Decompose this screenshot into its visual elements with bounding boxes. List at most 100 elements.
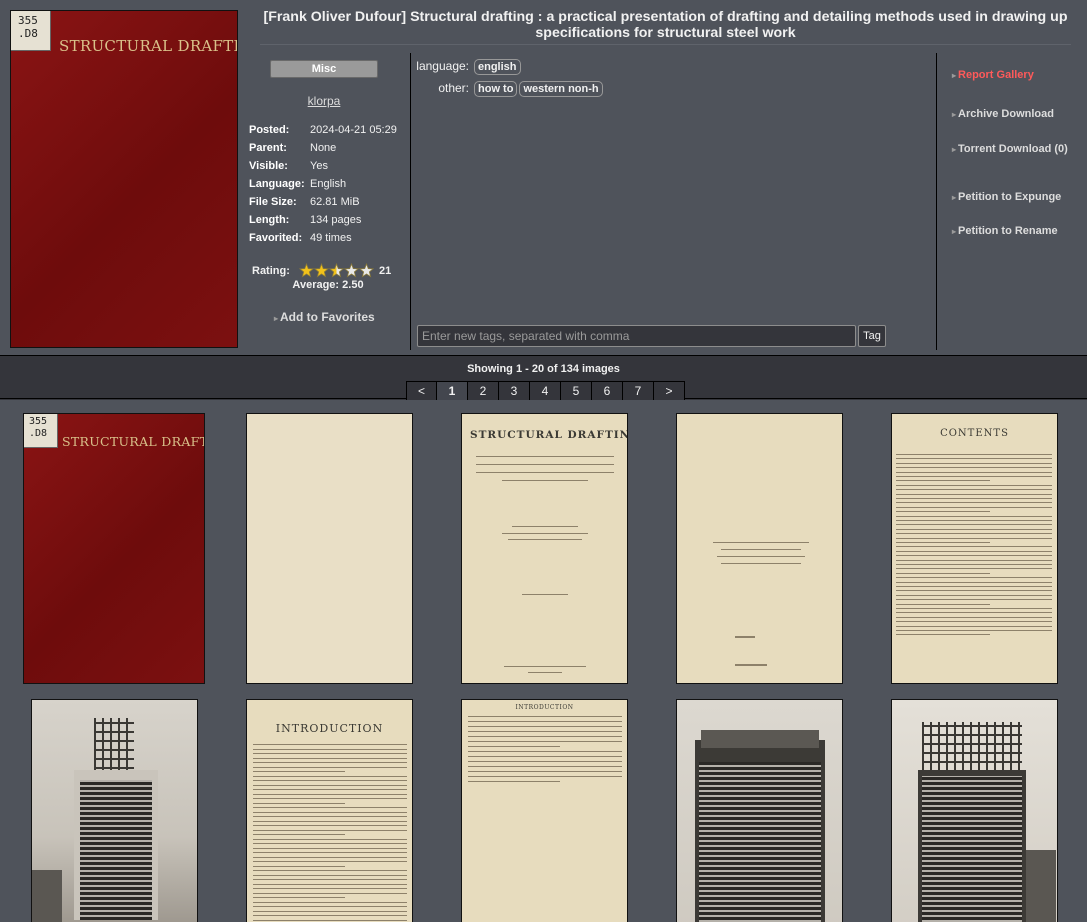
text-line — [253, 897, 346, 898]
thumbnail-page-4[interactable] — [676, 413, 843, 684]
new-tags-input[interactable] — [417, 325, 856, 347]
text-line — [896, 612, 1052, 614]
meta-key: Posted: — [249, 124, 290, 136]
thumbnail-page-9[interactable] — [676, 699, 843, 922]
gallery-cover[interactable]: 355 .D8 STRUCTURAL DRAFTING — [10, 10, 238, 348]
text-line — [253, 879, 407, 880]
action-report-gallery[interactable]: ▸ Report Gallery — [952, 69, 1034, 81]
text-line — [896, 555, 1052, 557]
thumbnail-page-10[interactable] — [891, 699, 1058, 922]
text-line — [896, 603, 990, 605]
text-line — [253, 829, 407, 831]
meta-value: 2024-04-21 05:29 — [310, 124, 397, 136]
tag-english[interactable]: english — [474, 59, 521, 75]
text-line — [896, 480, 990, 482]
text-line — [468, 751, 622, 752]
thumb-introduction-heading: INTRODUCTION — [275, 722, 384, 735]
text-line — [896, 533, 1052, 535]
text-line — [253, 906, 407, 907]
text-line — [253, 789, 407, 790]
star-icon[interactable] — [299, 263, 315, 278]
star-icon[interactable] — [343, 263, 360, 278]
pager-page-7[interactable]: 7 — [623, 381, 654, 401]
gallery-metadata: Posted: 2024-04-21 05:29 Parent: None Visibl… — [249, 123, 409, 249]
chevron-right-icon: ▸ — [952, 145, 957, 154]
pager-page-6[interactable]: 6 — [592, 381, 623, 401]
meta-value: 134 pages — [310, 214, 362, 226]
pager-page-1[interactable]: 1 — [437, 381, 468, 401]
text-line — [253, 843, 407, 844]
text-line — [253, 784, 407, 786]
text-line — [253, 874, 407, 876]
uploader-link[interactable]: klorpa — [248, 94, 400, 108]
tag-row: other: how to western non-h — [412, 81, 605, 97]
chevron-right-icon: ▸ — [952, 227, 957, 236]
text-line — [253, 807, 407, 808]
showing-count: Showing 1 - 20 of 134 images — [467, 363, 620, 375]
text-line — [896, 577, 1052, 579]
thumbnail-page-8[interactable]: INTRODUCTION — [461, 699, 628, 922]
text-line — [896, 564, 1052, 565]
pager-page-4[interactable]: 4 — [530, 381, 561, 401]
action-label: Petition to Expunge — [958, 191, 1062, 203]
text-line — [896, 546, 1052, 548]
pager-page-3[interactable]: 3 — [499, 381, 530, 401]
thumbnail-page-7[interactable]: INTRODUCTION — [246, 699, 413, 922]
chevron-right-icon: ▸ — [952, 71, 957, 80]
thumbnail-page-5[interactable]: CONTENTS — [891, 413, 1058, 684]
pager-page-5[interactable]: 5 — [561, 381, 592, 401]
pager-prev-button[interactable]: < — [406, 381, 437, 401]
add-to-favorites-link[interactable]: ▸ Add to Favorites — [274, 310, 375, 324]
text-line — [253, 892, 407, 894]
text-line — [253, 798, 407, 799]
meta-key: Favorited: — [249, 232, 303, 244]
action-archive-download[interactable]: ▸ Archive Download — [952, 108, 1054, 120]
text-line — [253, 771, 346, 772]
action-petition-to-expunge[interactable]: ▸ Petition to Expunge — [952, 191, 1061, 203]
meta-key: Length: — [249, 214, 290, 226]
text-line — [468, 756, 622, 757]
pager-page-2[interactable]: 2 — [468, 381, 499, 401]
text-line — [896, 528, 1052, 530]
thumbnail-page-2[interactable] — [246, 413, 413, 684]
thumbnail-page-3[interactable]: STRUCTURAL DRAFTING — [461, 413, 628, 684]
star-icon[interactable] — [313, 263, 330, 278]
text-line — [896, 506, 1052, 508]
text-line — [468, 766, 622, 767]
text-line — [253, 888, 407, 889]
text-line — [253, 748, 407, 750]
star-icon[interactable] — [328, 263, 345, 278]
tag-submit-button[interactable]: Tag — [858, 325, 886, 347]
text-line — [253, 780, 407, 781]
thumbnail-grid: 355 .D8 STRUCTURAL DRAFTING STRUCTURAL D… — [0, 400, 1087, 922]
action-label: Torrent Download (0) — [958, 143, 1068, 155]
text-line — [896, 502, 1052, 504]
text-line — [896, 454, 1052, 455]
text-line — [896, 520, 1052, 521]
pager-next-button[interactable]: > — [654, 381, 685, 401]
text-line — [468, 776, 622, 777]
thumb-contents-heading: CONTENTS — [940, 428, 1009, 439]
tag-how-to[interactable]: how to — [474, 81, 518, 97]
action-petition-to-rename[interactable]: ▸ Petition to Rename — [952, 225, 1058, 237]
tag-namespace: language: — [416, 59, 469, 73]
rating-row: Rating: 21 — [252, 263, 391, 278]
rating-stars[interactable] — [299, 263, 374, 278]
tag-western-non-h[interactable]: western non-h — [519, 81, 603, 97]
action-torrent-download[interactable]: ▸ Torrent Download (0) — [952, 143, 1068, 155]
thumbnail-page-1[interactable]: 355 .D8 STRUCTURAL DRAFTING — [23, 413, 205, 684]
thumbnail-page-6[interactable] — [31, 699, 198, 922]
text-line — [253, 766, 407, 768]
star-icon[interactable] — [358, 263, 374, 278]
category-badge[interactable]: Misc — [270, 60, 378, 78]
text-line — [896, 621, 1052, 623]
tag-panel: language: english other: how to western non-… — [412, 53, 937, 350]
text-line — [896, 630, 1052, 631]
text-line — [468, 781, 561, 782]
text-line — [896, 537, 1052, 539]
text-line — [253, 811, 407, 813]
text-line — [896, 493, 1052, 495]
text-line — [896, 542, 990, 543]
text-line — [253, 919, 407, 921]
meta-row: Language: English — [249, 177, 409, 195]
